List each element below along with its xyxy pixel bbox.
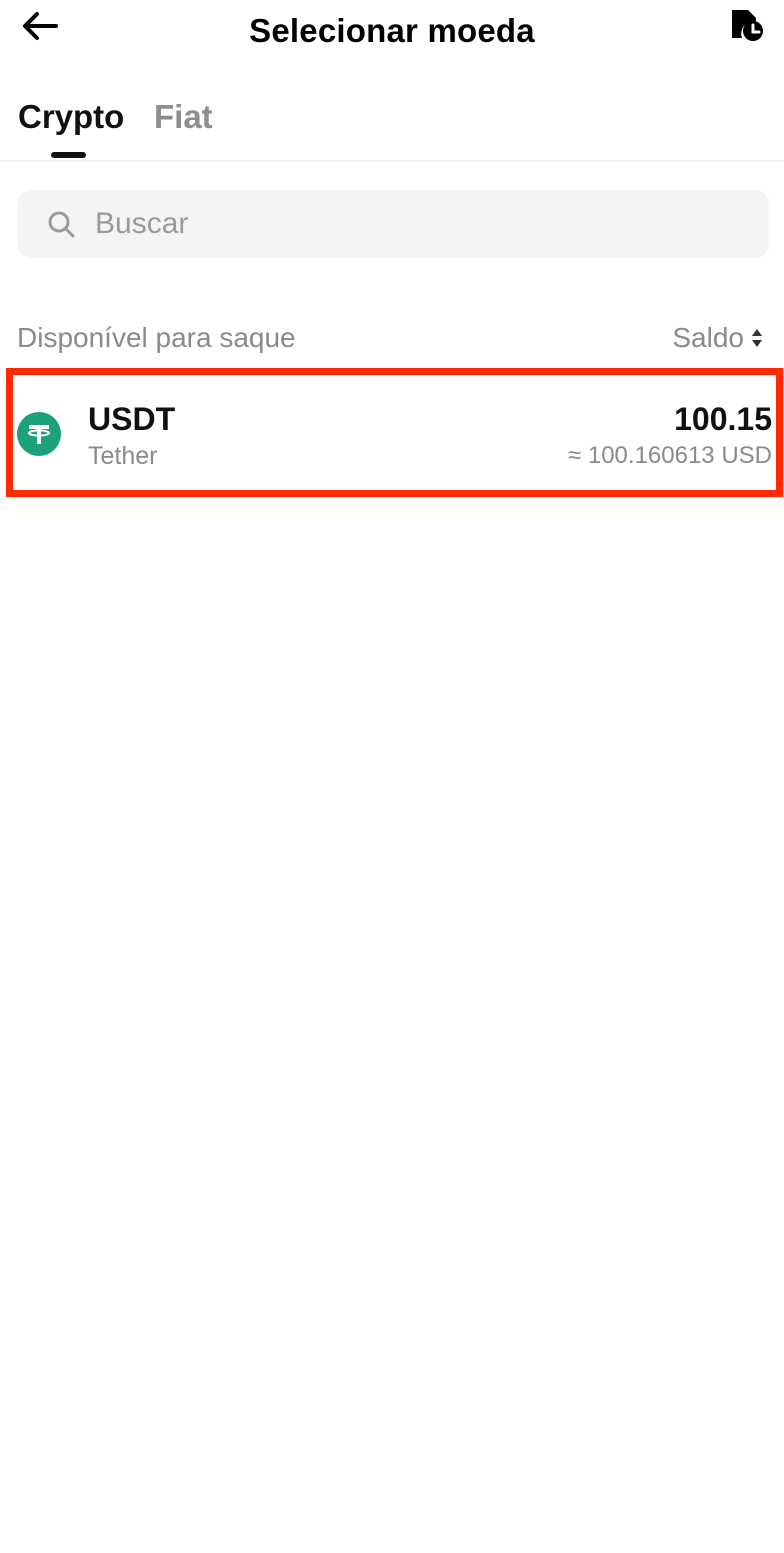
coin-symbol: USDT bbox=[88, 401, 176, 437]
tab-crypto[interactable]: Crypto bbox=[18, 98, 124, 136]
history-button[interactable] bbox=[724, 2, 768, 46]
list-header: Disponível para saque Saldo bbox=[0, 318, 784, 358]
tab-bar: Crypto Fiat bbox=[0, 88, 784, 162]
history-clock-icon bbox=[732, 10, 763, 41]
tether-logo-icon bbox=[17, 412, 61, 456]
header: Selecionar moeda bbox=[0, 0, 784, 70]
search-input[interactable] bbox=[95, 190, 735, 258]
coin-name: Tether bbox=[88, 442, 158, 470]
page-title: Selecionar moeda bbox=[249, 12, 535, 49]
sort-by-balance-button[interactable]: Saldo bbox=[672, 322, 764, 354]
sort-label: Saldo bbox=[672, 322, 744, 353]
available-for-withdrawal-label: Disponível para saque bbox=[17, 322, 296, 353]
search-box[interactable] bbox=[17, 190, 769, 258]
search-icon bbox=[48, 211, 75, 238]
sort-arrows-icon bbox=[752, 329, 762, 347]
active-tab-indicator bbox=[51, 152, 86, 158]
coin-row-usdt[interactable]: USDT Tether 100.15 ≈ 100.160613 USD bbox=[6, 368, 783, 497]
tab-fiat[interactable]: Fiat bbox=[154, 98, 213, 136]
coin-fiat-value: ≈ 100.160613 USD bbox=[568, 442, 772, 469]
tether-t-icon bbox=[28, 425, 50, 444]
coin-balance: 100.15 bbox=[674, 401, 772, 437]
